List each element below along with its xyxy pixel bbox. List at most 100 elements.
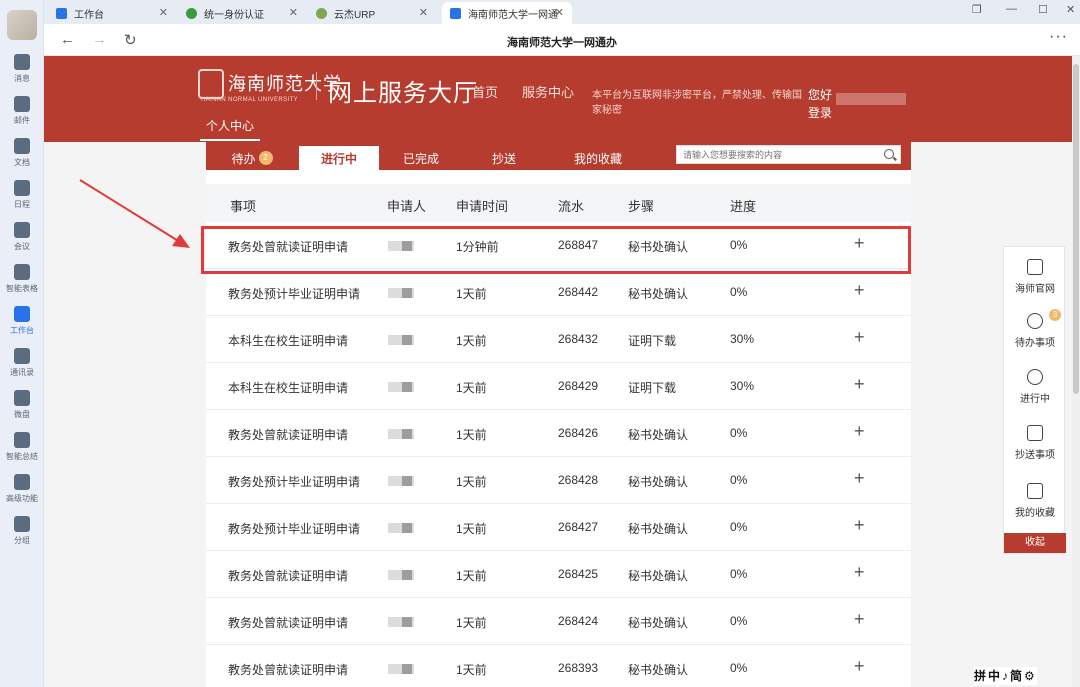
tab-completed[interactable]: 已完成 (381, 146, 461, 170)
quick-item-label: 海师官网 (1015, 284, 1055, 295)
close-window-icon[interactable]: ✕ (1066, 3, 1075, 16)
app-item-smart-sheet[interactable]: 智能表格 (0, 264, 44, 294)
close-icon[interactable]: ✕ (555, 6, 564, 19)
close-icon[interactable]: ✕ (289, 6, 298, 19)
tab-todo[interactable]: 待办 2 (212, 146, 292, 170)
logo-divider (316, 72, 317, 100)
cell-item[interactable]: 本科生在校生证明申请 (228, 332, 348, 349)
todo-count-badge: 3 (1049, 309, 1061, 321)
cell-item[interactable]: 教务处曾就读证明申请 (228, 614, 348, 631)
cell-item[interactable]: 教务处曾就读证明申请 (228, 567, 348, 584)
cell-item[interactable]: 教务处预计毕业证明申请 (228, 473, 360, 490)
expand-plus-icon[interactable]: + (854, 656, 865, 677)
search-box (676, 145, 901, 164)
expand-plus-icon[interactable]: + (854, 515, 865, 536)
cell-progress: 0% (730, 426, 748, 440)
expand-plus-icon[interactable]: + (854, 609, 865, 630)
maximize-icon[interactable]: ☐ (1038, 3, 1048, 16)
nav-service-center[interactable]: 服务中心 (522, 82, 574, 101)
table-row[interactable]: 教务处预计毕业证明申请 1天前 268427 秘书处确认 0% + (206, 504, 911, 551)
table-row[interactable]: 教务处预计毕业证明申请 1天前 268442 秘书处确认 0% + (206, 269, 911, 316)
cell-item[interactable]: 教务处预计毕业证明申请 (228, 285, 360, 302)
app-item-contacts[interactable]: 通讯录 (0, 348, 44, 378)
cell-item[interactable]: 本科生在校生证明申请 (228, 379, 348, 396)
cell-step: 秘书处确认 (628, 287, 689, 301)
expand-plus-icon[interactable]: + (854, 421, 865, 442)
app-item-workbench[interactable]: 工作台 (0, 306, 44, 336)
quick-access-panel: 海师官网 3 待办事项 进行中 抄送事项 我的收藏 收起 (1003, 246, 1066, 554)
table-row[interactable]: 教务处曾就读证明申请 1天前 268426 秘书处确认 0% + (206, 410, 911, 457)
cell-item[interactable]: 教务处曾就读证明申请 (228, 426, 348, 443)
browser-tab-urp[interactable]: 云杰URP ✕ (308, 2, 436, 24)
minimize-icon[interactable]: — (1006, 3, 1017, 15)
page-viewport: 海南师范大学 HAINAN NORMAL UNIVERSITY 网上服务大厅 首… (44, 56, 1072, 687)
table-row[interactable]: 教务处曾就读证明申请 1天前 268424 秘书处确认 0% + (206, 598, 911, 645)
expand-plus-icon[interactable]: + (854, 562, 865, 583)
cell-time: 1天前 (456, 287, 487, 301)
quick-item-favorites[interactable]: 我的收藏 (1004, 483, 1066, 519)
quick-item-official-site[interactable]: 海师官网 (1004, 259, 1066, 295)
quick-item-label: 待办事项 (1015, 338, 1055, 349)
close-icon[interactable]: ✕ (419, 6, 428, 19)
ime-toolbar[interactable]: 拼中♪简⚙ (974, 667, 1037, 685)
cell-item[interactable]: 教务处预计毕业证明申请 (228, 520, 360, 537)
app-item-smart-summary[interactable]: 智能总结 (0, 432, 44, 462)
cell-serial: 268442 (558, 285, 599, 299)
rocket-icon (1027, 425, 1043, 441)
more-menu-icon[interactable]: ··· (1049, 28, 1068, 46)
scrollbar-thumb[interactable] (1073, 64, 1079, 394)
app-item-docs[interactable]: 文档 (0, 138, 44, 168)
search-input[interactable] (677, 146, 872, 163)
expand-plus-icon[interactable]: + (854, 327, 865, 348)
expand-plus-icon[interactable]: + (854, 280, 865, 301)
calendar-icon (14, 180, 30, 196)
tab-in-progress[interactable]: 进行中 (299, 146, 379, 170)
close-icon[interactable]: ✕ (159, 6, 168, 19)
browser-tab-workbench[interactable]: 工作台 ✕ (48, 2, 176, 24)
quick-item-label: 进行中 (1020, 394, 1050, 405)
search-icon[interactable] (884, 149, 894, 159)
todo-count-badge: 2 (258, 151, 273, 165)
quick-item-cc[interactable]: 抄送事项 (1004, 425, 1066, 461)
cell-item[interactable]: 教务处曾就读证明申请 (228, 661, 348, 678)
collapse-button[interactable]: 收起 (1004, 533, 1066, 553)
table-row[interactable]: 教务处预计毕业证明申请 1天前 268428 秘书处确认 0% + (206, 457, 911, 504)
browser-tab-auth[interactable]: 统一身份认证 ✕ (178, 2, 306, 24)
cell-time: 1天前 (456, 616, 487, 630)
cell-progress: 0% (730, 285, 748, 299)
restore-window-icon[interactable]: ❐ (972, 3, 982, 16)
cell-serial: 268428 (558, 473, 599, 487)
expand-plus-icon[interactable]: + (854, 374, 865, 395)
quick-item-todo[interactable]: 3 待办事项 (1004, 309, 1066, 349)
app-item-mail[interactable]: 邮件 (0, 96, 44, 126)
app-item-calendar[interactable]: 日程 (0, 180, 44, 210)
cell-progress: 0% (730, 661, 748, 675)
page-scrollbar[interactable] (1072, 56, 1080, 687)
cell-step: 证明下载 (628, 381, 677, 395)
tab-personal-center[interactable]: 个人中心 (200, 117, 260, 141)
cell-step: 秘书处确认 (628, 616, 689, 630)
quick-item-in-progress[interactable]: 进行中 (1004, 369, 1066, 405)
table-row[interactable]: 教务处曾就读证明申请 1天前 268425 秘书处确认 0% + (206, 551, 911, 598)
grid-icon (14, 306, 30, 322)
column-header: 进度 (730, 199, 757, 214)
app-item-advanced[interactable]: 高级功能 (0, 474, 44, 504)
expand-plus-icon[interactable]: + (854, 468, 865, 489)
cell-step: 秘书处确认 (628, 475, 689, 489)
app-item-messages[interactable]: 消息 (0, 54, 44, 84)
tab-cc[interactable]: 抄送 (464, 146, 544, 170)
browser-tab-portal[interactable]: 海南师范大学一网通 ✕ (442, 2, 572, 24)
document-icon (14, 138, 30, 154)
cell-time: 1天前 (456, 569, 487, 583)
portal-icon (450, 7, 461, 19)
tab-favorites[interactable]: 我的收藏 (552, 146, 644, 170)
table-row[interactable]: 本科生在校生证明申请 1天前 268432 证明下载 30% + (206, 316, 911, 363)
table-row[interactable]: 本科生在校生证明申请 1天前 268429 证明下载 30% + (206, 363, 911, 410)
avatar[interactable] (7, 10, 37, 40)
app-item-groups[interactable]: 分组 (0, 516, 44, 546)
login-link[interactable]: 登录 (808, 104, 832, 122)
app-item-drive[interactable]: 微盘 (0, 390, 44, 420)
table-row[interactable]: 教务处曾就读证明申请 1天前 268393 秘书处确认 0% + (206, 645, 911, 687)
nav-home[interactable]: 首页 (472, 82, 498, 101)
app-item-meeting[interactable]: 会议 (0, 222, 44, 252)
